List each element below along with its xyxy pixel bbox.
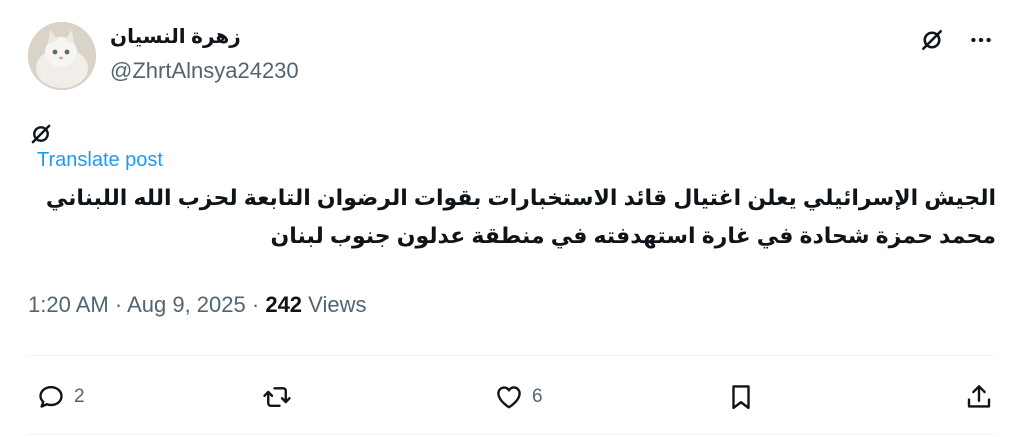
post-time[interactable]: 1:20 AM: [28, 292, 109, 317]
repost-button[interactable]: [262, 375, 292, 419]
views-count: 242: [265, 292, 303, 317]
no-edit-icon: [28, 121, 54, 152]
translate-post-link[interactable]: Translate post: [37, 149, 163, 172]
share-icon: [967, 385, 991, 408]
bookmark-button[interactable]: [726, 375, 756, 419]
like-count: 6: [532, 386, 543, 407]
divider: [28, 434, 994, 435]
repost-icon: [263, 387, 291, 407]
reply-count: 2: [74, 386, 85, 407]
more-icon[interactable]: [968, 27, 994, 53]
user-handle[interactable]: @ZhrtAlnsya24230: [110, 58, 299, 84]
post-meta: 1:20 AM · Aug 9, 2025 · 242 Views: [28, 292, 366, 318]
post-text: الجيش الإسرائيلي يعلن اغتيال قائد الاستخ…: [45, 185, 996, 248]
post-date[interactable]: Aug 9, 2025: [127, 292, 246, 317]
reply-button[interactable]: 2: [36, 375, 85, 419]
separator-dot: ·: [251, 292, 266, 317]
action-bar: 2 6: [28, 375, 994, 419]
views-label: Views: [308, 292, 367, 317]
like-icon: [497, 386, 521, 409]
reply-icon: [39, 386, 63, 408]
display-name[interactable]: زهرة النسيان: [110, 24, 241, 49]
divider: [28, 355, 994, 356]
post-header-actions: [918, 26, 994, 54]
bookmark-icon: [732, 385, 750, 410]
separator-dot: ·: [114, 292, 128, 317]
no-edit-icon[interactable]: [918, 26, 946, 54]
share-button[interactable]: [964, 375, 994, 419]
avatar[interactable]: [28, 22, 96, 90]
like-button[interactable]: 6: [494, 375, 543, 419]
